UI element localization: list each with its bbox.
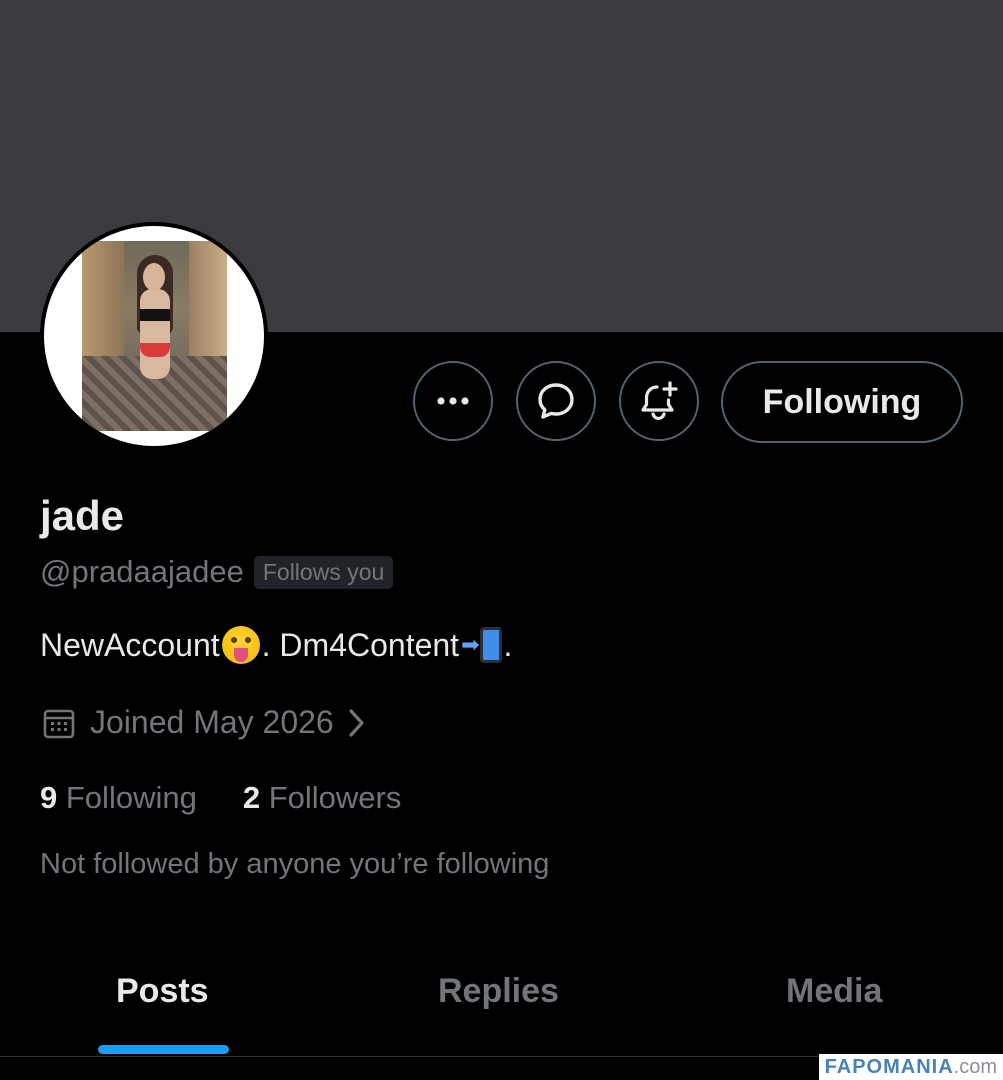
mutual-followers-text: Not followed by anyone you’re following [40, 848, 550, 880]
followers-count: 2 [242, 780, 261, 815]
message-button[interactable] [516, 361, 596, 441]
following-count: 9 [40, 780, 58, 815]
profile-bio: NewAccount . Dm4Content ➡ . [40, 626, 512, 664]
photo-figure-face [142, 263, 165, 291]
photo-figure-top [139, 309, 170, 321]
followers-label: Followers [268, 780, 402, 815]
display-name: jade [40, 492, 125, 539]
active-tab-indicator [98, 1045, 229, 1054]
photo-figure-body [139, 289, 170, 379]
tongue-emoji-icon [221, 626, 260, 664]
tab-posts[interactable]: Posts [116, 972, 209, 1011]
phone-arrow-emoji-icon: ➡ [461, 627, 502, 663]
following-label: Following [65, 780, 197, 815]
follow-stats: 9 Following 2 Followers [40, 780, 401, 816]
following-stat[interactable]: 9 Following [40, 780, 197, 816]
watermark-main: FAPOMANIA [824, 1055, 954, 1078]
tab-replies[interactable]: Replies [438, 972, 559, 1011]
profile-tabs: Posts Replies Media [0, 960, 1003, 1057]
following-button[interactable]: Following [721, 361, 963, 443]
bio-text-part1: NewAccount [40, 626, 220, 663]
photo-figure-bottom [139, 343, 170, 357]
joined-date-row[interactable]: Joined May 2026 [42, 704, 366, 741]
chat-bubble-icon [538, 383, 574, 419]
profile-avatar[interactable] [40, 222, 268, 450]
watermark-suffix: .com [953, 1055, 997, 1078]
bell-plus-icon [641, 381, 678, 421]
followers-stat[interactable]: 2 Followers [243, 780, 402, 816]
avatar-frame [44, 226, 264, 446]
tab-media[interactable]: Media [786, 972, 882, 1011]
mobile-phone-icon [479, 627, 502, 663]
site-watermark: FAPOMANIA .com [818, 1054, 1003, 1080]
user-handle: @pradaajadee [40, 554, 244, 589]
chevron-right-icon [349, 708, 364, 737]
notify-button[interactable] [619, 361, 699, 441]
more-button[interactable] [413, 361, 493, 441]
avatar-photo [81, 241, 227, 431]
joined-date-text: Joined May 2026 [90, 704, 334, 740]
more-dots-icon [437, 397, 469, 405]
follows-you-badge: Follows you [253, 555, 394, 589]
handle-row: @pradaajadee Follows you [40, 554, 394, 590]
bio-text-part3: . [503, 626, 513, 663]
calendar-icon [43, 709, 75, 738]
bio-text-part2: . Dm4Content [261, 626, 460, 663]
arrow-right-icon: ➡ [461, 632, 480, 657]
